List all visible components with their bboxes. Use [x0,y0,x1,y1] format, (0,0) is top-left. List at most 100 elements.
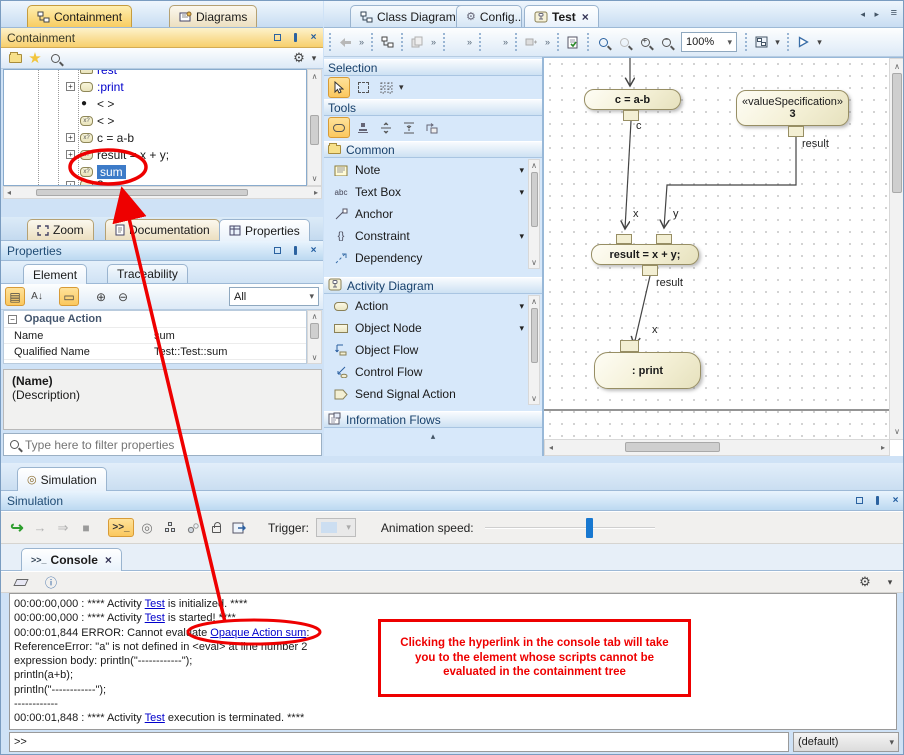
step-over-button[interactable]: ⇒ [53,518,73,537]
close-icon[interactable]: × [890,495,901,506]
palette-section-information-flows[interactable]: Information Flows [324,411,542,428]
zoom-in-button[interactable]: + [635,33,655,52]
tab-diagrams[interactable]: Diagrams [169,5,257,27]
tab-list-icon[interactable]: ≡ [891,7,897,19]
action-node-result[interactable]: result = x + y; [591,244,699,265]
palette-section-common[interactable]: Common [324,141,542,158]
export-button[interactable] [229,518,249,537]
tree-row-initial-node[interactable]: ● < > [4,95,306,112]
tab-properties[interactable]: Properties [219,219,310,241]
scroll-down-icon[interactable]: ∨ [529,394,539,403]
output-pin[interactable] [642,265,658,276]
console-settings-button[interactable]: ⚙ [855,573,875,592]
lock-button[interactable] [206,518,226,537]
palette-section-tools[interactable]: Tools [324,99,542,116]
pin-icon[interactable] [872,495,883,506]
item-caret[interactable]: ▾ [519,301,524,312]
collapse-icon[interactable]: − [8,315,17,324]
property-row-qualified-name[interactable]: Qualified Name Test::Test::sum [4,344,306,360]
validation-button[interactable] [563,33,583,52]
scroll-down-icon[interactable]: ∨ [308,353,321,362]
step-into-button[interactable]: → [30,518,50,537]
zoom-out-button[interactable]: − [656,33,676,52]
palette-item-object-node[interactable]: Object Node▾ [326,317,526,339]
tab-element[interactable]: Element [23,264,87,284]
stamp-tool-button[interactable] [353,118,373,137]
scroll-up-icon[interactable]: ∧ [308,312,321,321]
show-description-button[interactable]: ▭ [59,287,79,306]
multi-select-button[interactable] [376,78,396,97]
item-caret[interactable]: ▾ [519,323,524,334]
swap-elements-button[interactable] [422,118,442,137]
stop-button[interactable]: ■ [76,518,96,537]
tab-class-diagram[interactable]: Class Diagram [350,5,466,27]
tree-row-print[interactable]: + :print [4,78,306,95]
tab-scroll-left-icon[interactable]: ◂ [860,9,865,20]
palette-section-activity-diagram[interactable]: Activity Diagram [324,277,542,294]
selection-caret[interactable]: ▾ [399,82,404,93]
tab-console[interactable]: >>_ Console × [21,548,122,571]
layout-caret[interactable]: ▾ [772,33,783,52]
settings-caret[interactable]: ▾ [309,49,319,68]
open-element-button[interactable] [5,49,25,68]
tab-config[interactable]: ⚙ Config... [456,5,522,27]
input-pin[interactable] [616,234,632,244]
close-tab-icon[interactable]: × [582,10,589,24]
output-pin[interactable] [788,126,804,137]
resize-button[interactable] [521,33,541,52]
scroll-left-icon[interactable]: ◂ [549,443,553,452]
categorized-view-button[interactable]: ▤ [5,287,25,306]
palette-item-note[interactable]: Note▾ [326,159,526,181]
pin-icon[interactable] [290,245,301,256]
palette-item-dependency[interactable]: Dependency [326,247,526,269]
activity-scrollbar[interactable]: ∧ ∨ [528,295,540,405]
tab-scroll-right-icon[interactable]: ▸ [874,9,879,20]
palette-item-action[interactable]: Action▾ [326,295,526,317]
search-button[interactable] [45,49,65,68]
console-input[interactable]: >> [9,732,789,752]
close-tab-icon[interactable]: × [105,553,112,567]
settings-button[interactable]: ⚙ [289,49,309,68]
tab-documentation[interactable]: Documentation [105,219,220,240]
zoom-region-button[interactable] [593,33,613,52]
value-specification-node[interactable]: «valueSpecification» 3 [736,90,849,126]
console-button[interactable]: >>_ [108,518,134,537]
close-icon[interactable]: × [308,245,319,256]
palette-scroll-up-button[interactable]: ▴ [324,431,542,442]
diagram-canvas[interactable]: c = a-b c «valueSpecification» 3 result … [543,57,904,456]
tree-vscrollbar[interactable]: ∧ ∨ [307,69,322,186]
tree-hscrollbar[interactable]: ◂ ▸ [3,186,322,199]
zoom-level-combo[interactable]: 100%▾ [681,32,737,52]
canvas-hscrollbar[interactable]: ◂ ▸ [544,439,890,456]
tab-test[interactable]: Test × [524,5,599,27]
trigger-combo[interactable]: ▾ [316,518,356,537]
overflow-icon[interactable]: » [356,33,367,52]
overflow-icon[interactable]: » [542,33,553,52]
property-row-owner[interactable]: Owner Test [Test] [4,360,306,364]
properties-vscrollbar[interactable]: ∧ ∨ [307,310,322,364]
selected-tree-item[interactable]: sum [97,165,126,179]
float-icon[interactable] [854,495,865,506]
tree-row-sum[interactable]: x? sum [4,163,306,180]
scroll-down-icon[interactable]: ∨ [529,258,539,267]
align-button[interactable] [399,118,419,137]
palette-item-constraint[interactable]: {} Constraint▾ [326,225,526,247]
distribute-vertical-button[interactable] [376,118,396,137]
tab-simulation[interactable]: ◎ Simulation [17,467,107,491]
tree-row-result[interactable]: + x? result = x + y; [4,146,306,163]
properties-filter-combo[interactable]: All▾ [229,287,319,306]
input-pin[interactable] [656,234,672,244]
favorites-button[interactable]: ★ [25,49,45,68]
item-caret[interactable]: ▾ [519,165,524,176]
collapse-all-button[interactable]: ⊖ [113,287,133,306]
activity-test-link[interactable]: Test [145,712,165,724]
clear-console-button[interactable] [11,573,31,592]
select-cursor-button[interactable] [328,77,350,98]
expand-icon[interactable]: + [66,82,75,91]
tab-traceability[interactable]: Traceability [107,264,188,283]
property-group-header[interactable]: − Opaque Action [4,311,306,328]
expand-icon[interactable]: + [66,133,75,142]
overflow-icon[interactable]: » [500,33,511,52]
containment-tree-button[interactable] [377,33,397,52]
run-caret[interactable]: ▾ [814,33,825,52]
